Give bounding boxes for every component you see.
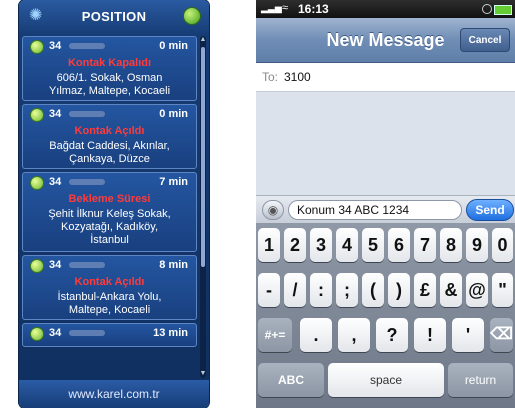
scroll-down-icon[interactable]: ▼ — [199, 370, 207, 378]
abc-key[interactable]: ABC — [258, 363, 324, 397]
wifi-icon: ≈ — [282, 2, 289, 14]
footer-url[interactable]: www.karel.com.tr — [19, 387, 209, 401]
status-dot-icon — [31, 260, 43, 272]
plate-blur — [69, 330, 105, 336]
elapsed-time: 13 min — [153, 327, 188, 339]
camera-icon[interactable]: ◉ — [262, 200, 284, 220]
send-button[interactable]: Send — [466, 199, 514, 221]
sms-screen: ▂▃▅ ≈ 16:13 New Message Cancel To: 3100 … — [256, 0, 515, 408]
status-dot-icon — [31, 177, 43, 189]
elapsed-time: 7 min — [159, 176, 188, 188]
key[interactable]: 1 — [258, 228, 280, 262]
globe-icon[interactable] — [184, 8, 200, 24]
key[interactable]: 8 — [440, 228, 462, 262]
battery-icon — [494, 5, 512, 15]
scroll-up-icon[interactable]: ▲ — [199, 36, 207, 44]
key[interactable]: 5 — [362, 228, 384, 262]
list-item[interactable]: 34 0 min Kontak Açıldı Bağdat Caddesi, A… — [22, 104, 197, 169]
app-header: ✺ POSITION — [19, 0, 209, 34]
key[interactable]: ? — [376, 318, 408, 352]
address-line: İstanbul — [90, 234, 129, 246]
key[interactable]: : — [310, 273, 332, 307]
key[interactable]: £ — [414, 273, 436, 307]
key[interactable]: 4 — [336, 228, 358, 262]
vehicle-list[interactable]: 34 0 min Kontak Kapalıdı 606/1. Sokak, O… — [22, 36, 197, 378]
elapsed-time: 0 min — [159, 40, 188, 52]
key[interactable]: 6 — [388, 228, 410, 262]
clock: 16:13 — [298, 2, 329, 16]
plate-number: 34 — [49, 108, 62, 120]
key[interactable]: @ — [466, 273, 488, 307]
status-text: Bekleme Süresi — [68, 193, 151, 205]
space-key[interactable]: space — [328, 363, 444, 397]
status-dot-icon — [31, 41, 43, 53]
address-line: İstanbul-Ankara Yolu, — [57, 291, 162, 303]
lock-icon — [482, 4, 492, 14]
key[interactable]: ( — [362, 273, 384, 307]
plate-number: 34 — [49, 176, 62, 188]
key[interactable]: ' — [452, 318, 484, 352]
position-app: ✺ POSITION 34 0 min Kontak Kapalıdı 606/… — [19, 0, 209, 408]
plate-number: 34 — [49, 259, 62, 271]
key[interactable]: . — [300, 318, 332, 352]
message-thread — [256, 92, 515, 194]
recipient-field[interactable]: 3100 — [284, 70, 311, 84]
recipient-row[interactable]: To: 3100 — [256, 63, 515, 92]
status-text: Kontak Açıldı — [74, 276, 145, 288]
plate-blur — [69, 262, 105, 268]
key[interactable]: " — [492, 273, 513, 307]
key[interactable]: 9 — [466, 228, 488, 262]
address-line: Çankaya, Düzce — [69, 153, 150, 165]
address-line: 606/1. Sokak, Osman — [56, 72, 163, 84]
key[interactable]: ) — [388, 273, 410, 307]
address-line: Şehit İlknur Keleş Sokak, — [48, 208, 171, 220]
app-footer: www.karel.com.tr — [19, 380, 209, 408]
status-text: Kontak Açıldı — [74, 125, 145, 137]
signal-icon: ▂▃▅ — [261, 3, 282, 13]
message-input[interactable]: Konum 34 ABC 1234 — [288, 200, 462, 220]
nav-bar: New Message Cancel — [256, 18, 515, 63]
app-title: POSITION — [81, 9, 147, 24]
key[interactable]: 0 — [492, 228, 513, 262]
status-bar: ▂▃▅ ≈ 16:13 — [256, 0, 515, 18]
key[interactable]: & — [440, 273, 462, 307]
list-item[interactable]: 34 0 min Kontak Kapalıdı 606/1. Sokak, O… — [22, 36, 197, 101]
return-key[interactable]: return — [448, 363, 513, 397]
cancel-button[interactable]: Cancel — [460, 28, 510, 52]
status-text: Kontak Kapalıdı — [67, 57, 152, 69]
status-dot-icon — [31, 109, 43, 121]
plate-number: 34 — [49, 40, 62, 52]
key[interactable]: ! — [414, 318, 446, 352]
compose-bar: ◉ Konum 34 ABC 1234 Send — [256, 195, 515, 224]
address-line: Bağdat Caddesi, Akınlar, — [49, 140, 170, 152]
list-item[interactable]: 34 13 min — [22, 323, 197, 347]
address-line: Yılmaz, Maltepe, Kocaeli — [48, 85, 171, 97]
key[interactable]: ; — [336, 273, 358, 307]
key[interactable]: 3 — [310, 228, 332, 262]
key[interactable]: / — [284, 273, 306, 307]
elapsed-time: 8 min — [159, 259, 188, 271]
to-label: To: — [262, 70, 279, 84]
key[interactable]: 2 — [284, 228, 306, 262]
address-line: Kozyatağı, Kadıköy, — [60, 221, 159, 233]
key[interactable]: , — [338, 318, 370, 352]
elapsed-time: 0 min — [159, 108, 188, 120]
plate-blur — [69, 111, 105, 117]
plate-blur — [69, 179, 105, 185]
plate-blur — [69, 43, 105, 49]
list-item[interactable]: 34 8 min Kontak Açıldı İstanbul-Ankara Y… — [22, 255, 197, 320]
key[interactable]: - — [258, 273, 280, 307]
scrollbar-thumb[interactable] — [201, 47, 205, 267]
plate-number: 34 — [49, 327, 62, 339]
backspace-icon[interactable]: ⌫ — [490, 318, 513, 352]
list-item[interactable]: 34 7 min Bekleme Süresi Şehit İlknur Kel… — [22, 172, 197, 252]
keyboard: 1 2 3 4 5 6 7 8 9 0 - / : ; ( ) £ & @ " … — [256, 223, 515, 408]
address-line: Maltepe, Kocaeli — [68, 304, 151, 316]
symbols-key[interactable]: #+= — [258, 318, 292, 352]
key[interactable]: 7 — [414, 228, 436, 262]
status-dot-icon — [31, 328, 43, 340]
